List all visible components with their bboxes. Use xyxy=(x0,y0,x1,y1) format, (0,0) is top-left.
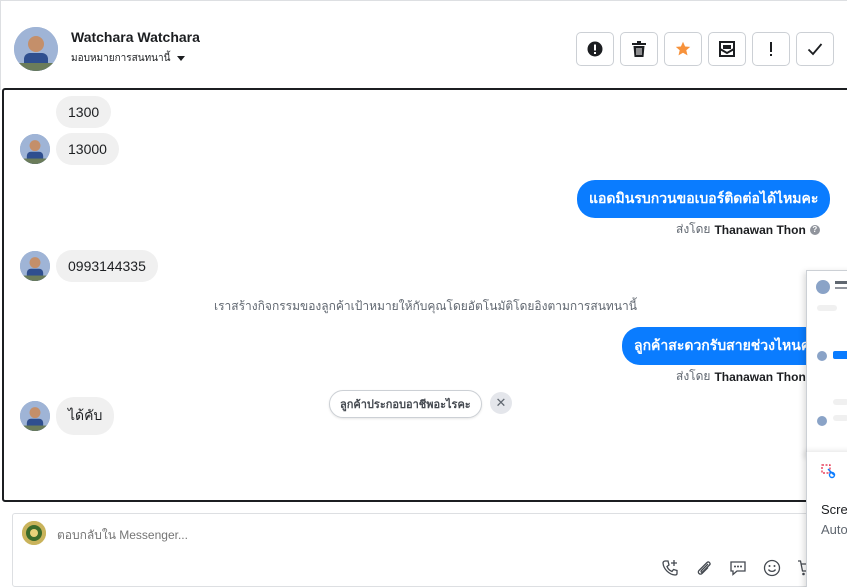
screenshot-thumbnail[interactable] xyxy=(806,270,847,455)
sent-by-label: ส่งโดย Thanawan Thon ? xyxy=(676,220,820,239)
delete-button[interactable] xyxy=(620,32,658,66)
star-icon xyxy=(675,41,691,56)
message-incoming: 1300 xyxy=(56,96,112,128)
sender-name: Thanawan Thon xyxy=(714,369,806,384)
conversation-header: Watchara Watchara มอบหมายการสนทนานี้ xyxy=(0,0,847,90)
alert-circle-icon xyxy=(587,41,603,57)
close-icon[interactable]: ✕ xyxy=(490,392,512,414)
message-bubble: 0993144335 xyxy=(56,250,158,282)
system-note: เราสร้างกิจกรรมของลูกค้าเป้าหมายให้กับคุ… xyxy=(214,299,637,313)
page-avatar xyxy=(22,521,46,545)
panel-title: Scre xyxy=(821,502,847,517)
chevron-down-icon xyxy=(177,56,186,61)
conversation-actions xyxy=(576,32,834,66)
messenger-inbox: Watchara Watchara มอบหมายการสนทนานี้ 130… xyxy=(0,0,847,587)
scissors-icon[interactable] xyxy=(821,464,837,480)
message-bubble: ลูกค้าสะดวกรับสายช่วงไหนคะ xyxy=(622,327,830,365)
star-button[interactable] xyxy=(664,32,702,66)
message-bubble: 1300 xyxy=(56,96,112,128)
mark-unread-icon xyxy=(719,41,735,57)
message-bubble: แอดมินรบกวนขอเบอร์ติดต่อได้ไหมคะ xyxy=(577,180,831,218)
contact-name[interactable]: Watchara Watchara xyxy=(71,29,200,45)
help-icon[interactable]: ? xyxy=(809,224,820,235)
contact-avatar[interactable] xyxy=(14,27,58,71)
mark-done-button[interactable] xyxy=(796,32,834,66)
reply-composer xyxy=(12,513,847,587)
follow-up-button[interactable] xyxy=(752,32,790,66)
emoji-icon[interactable] xyxy=(761,557,783,579)
message-bubble: ได้คับ xyxy=(56,397,115,435)
message-incoming: 13000 xyxy=(20,133,119,165)
message-incoming: 0993144335 xyxy=(20,250,158,282)
message-outgoing: แอดมินรบกวนขอเบอร์ติดต่อได้ไหมคะ xyxy=(577,180,831,218)
assign-label: มอบหมายการสนทนานี้ xyxy=(71,53,171,64)
check-icon xyxy=(807,43,823,56)
message-bubble: 13000 xyxy=(56,133,119,165)
attachment-icon[interactable] xyxy=(693,557,715,579)
assign-conversation-dropdown[interactable]: มอบหมายการสนทนานี้ xyxy=(71,51,186,66)
call-icon[interactable] xyxy=(659,557,681,579)
contact-avatar-small xyxy=(20,134,50,164)
sender-name: Thanawan Thon xyxy=(714,222,806,237)
panel-subtitle: Auto xyxy=(821,522,847,537)
contact-avatar-small xyxy=(20,401,50,431)
mark-unread-button[interactable] xyxy=(708,32,746,66)
exclamation-icon xyxy=(770,42,772,56)
screenshot-tool-panel: Scre Auto xyxy=(806,452,847,587)
trash-icon xyxy=(632,41,646,57)
suggested-reply-chip[interactable]: ลูกค้าประกอบอาชีพอะไรคะ xyxy=(329,390,482,418)
message-incoming: ได้คับ xyxy=(20,397,115,435)
message-outgoing: ลูกค้าสะดวกรับสายช่วงไหนคะ xyxy=(622,327,830,365)
saved-replies-icon[interactable] xyxy=(727,557,749,579)
conversation-pane[interactable]: 1300 13000 แอดมินรบกวนขอเบอร์ติดต่อได้ไห… xyxy=(2,88,847,502)
reply-input[interactable] xyxy=(57,528,557,542)
sent-by-label: ส่งโดย Thanawan Thon xyxy=(676,369,806,384)
mark-spam-button[interactable] xyxy=(576,32,614,66)
composer-toolbar xyxy=(659,557,817,579)
contact-avatar-small xyxy=(20,251,50,281)
